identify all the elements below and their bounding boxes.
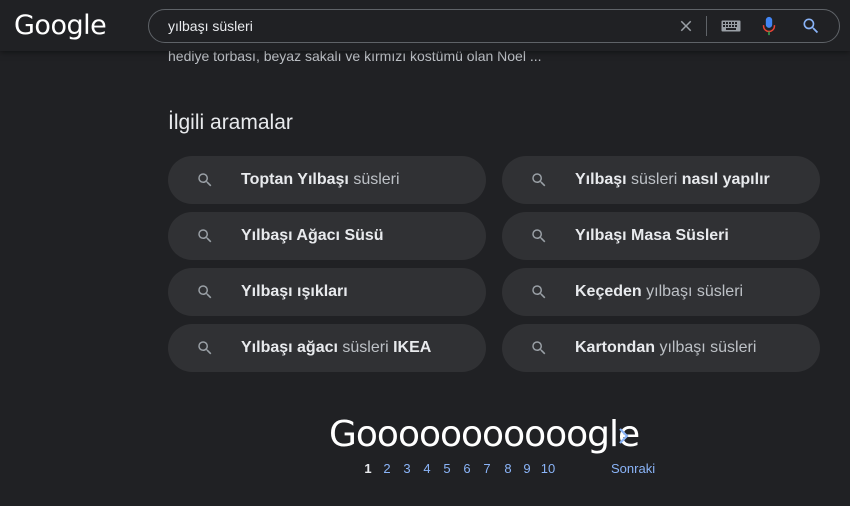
- google-logo[interactable]: Google: [14, 10, 107, 41]
- related-chip-label: Toptan Yılbaşı süsleri: [241, 171, 400, 188]
- page-link[interactable]: 6: [457, 461, 477, 476]
- search-divider: [706, 16, 707, 36]
- page-link[interactable]: 4: [417, 461, 437, 476]
- chevron-right-icon[interactable]: [617, 427, 631, 445]
- pagination-logo: Gooooooooooogle: [329, 414, 640, 455]
- next-page-link[interactable]: Sonraki: [611, 461, 655, 476]
- related-chip[interactable]: Keçeden yılbaşı süsleri: [502, 268, 820, 316]
- page-link[interactable]: 5: [437, 461, 457, 476]
- keyboard-icon[interactable]: [721, 18, 741, 34]
- search-icon: [532, 341, 546, 355]
- related-chip-label: Yılbaşı Masa Süsleri: [575, 227, 729, 244]
- page-link[interactable]: 9: [517, 461, 537, 476]
- search-icon: [532, 173, 546, 187]
- related-chip-label: Yılbaşı süsleri nasıl yapılır: [575, 171, 770, 188]
- page-link[interactable]: 10: [538, 461, 558, 476]
- search-box[interactable]: yılbaşı süsleri: [148, 9, 840, 43]
- page-link[interactable]: 2: [377, 461, 397, 476]
- search-icon: [198, 341, 212, 355]
- search-input[interactable]: yılbaşı süsleri: [168, 18, 253, 34]
- top-header: Google yılbaşı süsleri: [0, 0, 850, 51]
- close-icon[interactable]: [677, 17, 695, 35]
- search-icon: [198, 229, 212, 243]
- related-chip-label: Kartondan yılbaşı süsleri: [575, 339, 757, 356]
- related-chip[interactable]: Yılbaşı ışıkları: [168, 268, 486, 316]
- search-icon: [198, 173, 212, 187]
- search-icon: [532, 229, 546, 243]
- related-chip[interactable]: Yılbaşı süsleri nasıl yapılır: [502, 156, 820, 204]
- related-chip[interactable]: Toptan Yılbaşı süsleri: [168, 156, 486, 204]
- related-chip[interactable]: Yılbaşı Masa Süsleri: [502, 212, 820, 260]
- related-chip-label: Yılbaşı Ağacı Süsü: [241, 227, 384, 244]
- related-chip-label: Keçeden yılbaşı süsleri: [575, 283, 744, 300]
- related-chip-label: Yılbaşı ışıkları: [241, 283, 348, 300]
- page-link[interactable]: 7: [477, 461, 497, 476]
- search-icon: [532, 285, 546, 299]
- search-icon[interactable]: [801, 16, 821, 36]
- related-chip[interactable]: Kartondan yılbaşı süsleri: [502, 324, 820, 372]
- search-icon: [198, 285, 212, 299]
- page-number-current: 1: [364, 461, 372, 476]
- related-chip[interactable]: Yılbaşı ağacı süsleri IKEA: [168, 324, 486, 372]
- related-chip[interactable]: Yılbaşı Ağacı Süsü: [168, 212, 486, 260]
- related-chip-label: Yılbaşı ağacı süsleri IKEA: [241, 339, 432, 356]
- related-searches-title: İlgili aramalar: [168, 111, 293, 134]
- page-link[interactable]: 8: [498, 461, 518, 476]
- mic-icon[interactable]: [761, 16, 777, 36]
- page-link[interactable]: 3: [397, 461, 417, 476]
